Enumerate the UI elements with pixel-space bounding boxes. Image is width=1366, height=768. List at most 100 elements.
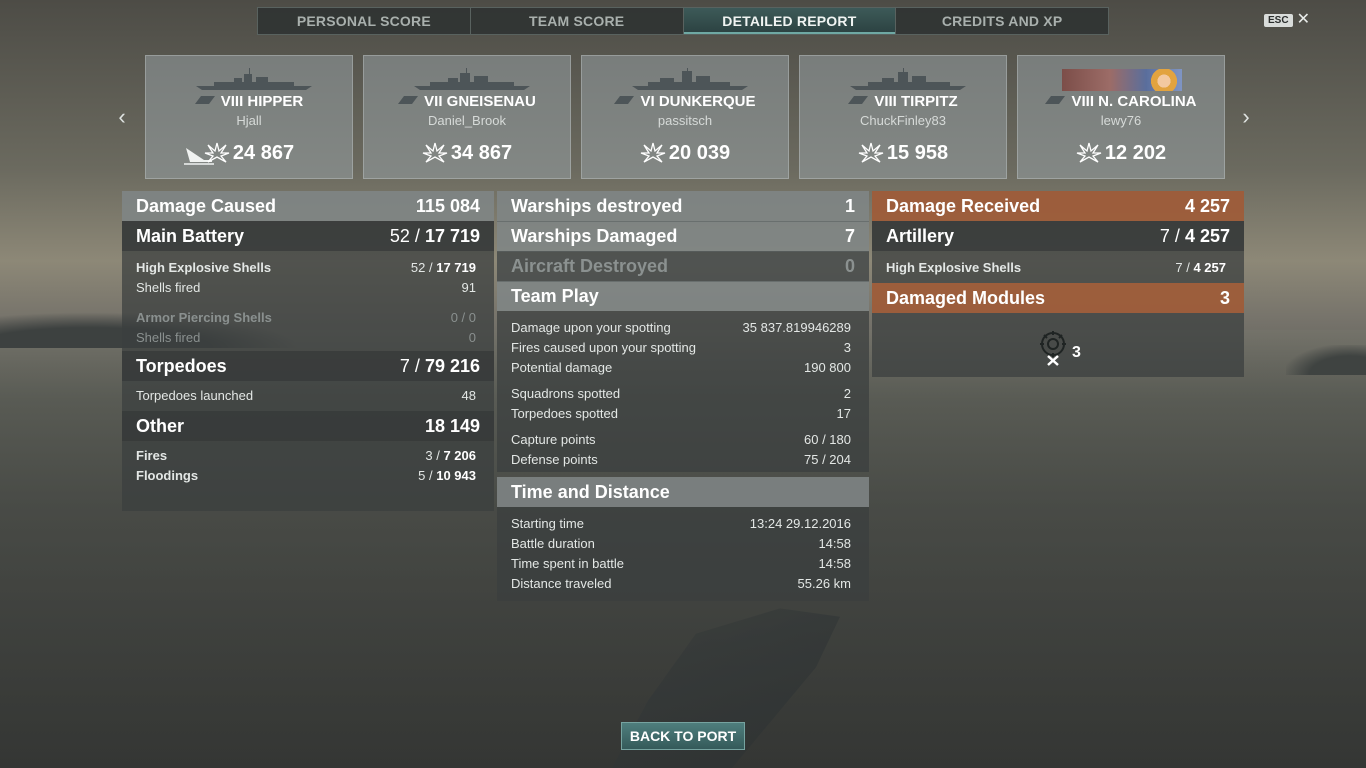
damage-total: 12 202: [1018, 141, 1224, 165]
received-he-shells-hits: 7 /: [1175, 259, 1190, 275]
ship-flag-image: [1062, 69, 1182, 91]
ship-card[interactable]: VIII N. CAROLINA lewy76 12 202: [1017, 55, 1225, 179]
damage-total: 15 958: [800, 141, 1006, 165]
other-label: Other: [136, 415, 185, 436]
floodings-hits: 5 /: [418, 467, 433, 483]
torpedoes-label: Torpedoes: [136, 355, 227, 376]
ship-name-text: VIII HIPPER: [220, 93, 304, 110]
ship-name: VIII TIRPITZ: [800, 93, 1006, 110]
tab-team-score[interactable]: TEAM SCORE: [471, 8, 684, 34]
received-he-shells-label: High Explosive Shells: [886, 259, 1022, 275]
combat-summary-panel: Warships destroyed 1 Warships Damaged 7 …: [497, 191, 869, 472]
report-tabs: PERSONAL SCORE TEAM SCORE DETAILED REPOR…: [257, 7, 1109, 35]
module-damaged-count: 3: [1072, 344, 1081, 361]
main-battery-label: Main Battery: [136, 225, 245, 246]
other-header: Other 18 149: [122, 411, 494, 441]
esc-close-button[interactable]: ESC ✕: [1264, 11, 1310, 28]
damage-value: 20 039: [668, 142, 731, 164]
warships-destroyed-label: Warships destroyed: [511, 195, 683, 216]
torpedoes-hits: 7 /: [399, 355, 420, 376]
next-arrow-icon[interactable]: ›: [1238, 106, 1254, 128]
main-battery-hits: 52 /: [389, 225, 420, 246]
team-play-label: Squadrons spotted: [511, 385, 621, 401]
fires-row: Fires 3 / 7 206: [122, 445, 494, 465]
damage-explosion-icon: [640, 142, 666, 163]
prev-arrow-icon[interactable]: ‹: [114, 106, 130, 128]
torpedoes-launched-row: Torpedoes launched 48: [122, 385, 494, 405]
ship-name-text: VII GNEISENAU: [424, 93, 536, 110]
time-distance-value: 14:58: [818, 555, 851, 571]
ap-shells-fired-value: 0: [468, 329, 476, 345]
torpedoes-value: 7 / 79 216: [400, 356, 480, 377]
team-play-value: 190 800: [804, 359, 851, 375]
damage-value: 34 867: [450, 142, 513, 164]
he-shells-hits: 52 /: [410, 259, 433, 275]
torpedoes-launched-label: Torpedoes launched: [136, 387, 254, 403]
team-play-value: 35 837.819946289: [742, 319, 851, 335]
other-value: 18 149: [424, 415, 480, 436]
warships-damaged-value: 7: [844, 226, 855, 246]
team-play-value: 17: [836, 405, 851, 421]
ship-card[interactable]: VI DUNKERQUE passitsch 20 039: [581, 55, 789, 179]
ship-name-text: VIII N. CAROLINA: [1071, 93, 1197, 110]
module-damaged-icon: [1040, 331, 1066, 366]
damage-caused-header: Damage Caused 115 084: [122, 191, 494, 221]
battleship-class-icon: [614, 96, 635, 104]
ship-card[interactable]: VII GNEISENAU Daniel_Brook 34 867: [363, 55, 571, 179]
ap-shells-row: Armor Piercing Shells 0 / 0: [122, 307, 494, 327]
ap-shells-value: 0 / 0: [450, 309, 476, 325]
warships-damaged-label: Warships Damaged: [511, 226, 678, 246]
aircraft-destroyed-value: 0: [844, 256, 855, 276]
time-distance-row: Battle duration 14:58: [497, 533, 869, 553]
damage-caused-panel: Damage Caused 115 084 Main Battery 52 / …: [122, 191, 494, 511]
ship-name-text: VI DUNKERQUE: [640, 93, 756, 110]
damage-caused-title: Damage Caused: [136, 195, 277, 216]
ap-shells-fired-row: Shells fired 0: [122, 327, 494, 347]
team-play-value: 75 / 204: [804, 451, 851, 467]
artillery-value: 7 / 4 257: [1160, 226, 1230, 247]
warships-destroyed-row: Warships destroyed 1: [497, 191, 869, 221]
damaged-modules-title: Damaged Modules: [886, 287, 1046, 308]
he-shells-row: High Explosive Shells 52 / 17 719: [122, 257, 494, 277]
battleship-class-icon: [1045, 96, 1066, 104]
battleship-class-icon: [398, 96, 419, 104]
time-distance-value: 13:24 29.12.2016: [749, 515, 851, 531]
team-play-title: Team Play: [511, 286, 599, 306]
he-shells-value: 52 / 17 719: [411, 260, 476, 275]
damaged-module-item: 3: [1036, 330, 1081, 366]
tab-credits-and-xp[interactable]: CREDITS AND XP: [896, 8, 1108, 34]
tab-detailed-report[interactable]: DETAILED REPORT: [683, 8, 897, 34]
damage-value: 12 202: [1104, 142, 1167, 164]
back-to-port-button[interactable]: BACK TO PORT: [621, 722, 745, 750]
damage-explosion-icon: [204, 142, 230, 163]
tab-personal-score[interactable]: PERSONAL SCORE: [258, 8, 471, 34]
warships-damaged-row: Warships Damaged 7: [497, 221, 869, 251]
team-play-header: Team Play: [497, 281, 869, 311]
player-name: Hjall: [236, 113, 262, 128]
damage-explosion-icon: [422, 142, 448, 163]
ship-name: VII GNEISENAU: [364, 93, 570, 110]
floodings-row: Floodings 5 / 10 943: [122, 465, 494, 485]
ship-portrait-image: [1150, 69, 1178, 91]
damage-received-total: 4 257: [1184, 195, 1230, 216]
damage-explosion-icon: [1076, 142, 1102, 163]
team-play-row: Damage upon your spotting 35 837.8199462…: [497, 317, 869, 337]
time-distance-label: Distance traveled: [511, 575, 612, 591]
team-play-label: Fires caused upon your spotting: [511, 339, 696, 355]
floodings-label: Floodings: [136, 467, 199, 483]
he-shells-fired-row: Shells fired 91: [122, 277, 494, 297]
team-play-label: Damage upon your spotting: [511, 319, 671, 335]
player-name: ChuckFinley83: [860, 113, 946, 128]
team-play-label: Capture points: [511, 431, 596, 447]
received-he-shells-value: 7 / 4 257: [1175, 260, 1226, 275]
time-distance-row: Time spent in battle 14:58: [497, 553, 869, 573]
team-play-label: Torpedoes spotted: [511, 405, 618, 421]
he-shells-fired-label: Shells fired: [136, 279, 201, 295]
ship-card[interactable]: VIII HIPPER Hjall 24 867: [145, 55, 353, 179]
ship-silhouette-icon: [632, 68, 748, 90]
close-icon: ✕: [1296, 11, 1310, 28]
player-name: passitsch: [657, 113, 713, 128]
aircraft-destroyed-label: Aircraft Destroyed: [511, 256, 669, 276]
ship-card[interactable]: VIII TIRPITZ ChuckFinley83 15 958: [799, 55, 1007, 179]
team-play-row: Fires caused upon your spotting 3: [497, 337, 869, 357]
